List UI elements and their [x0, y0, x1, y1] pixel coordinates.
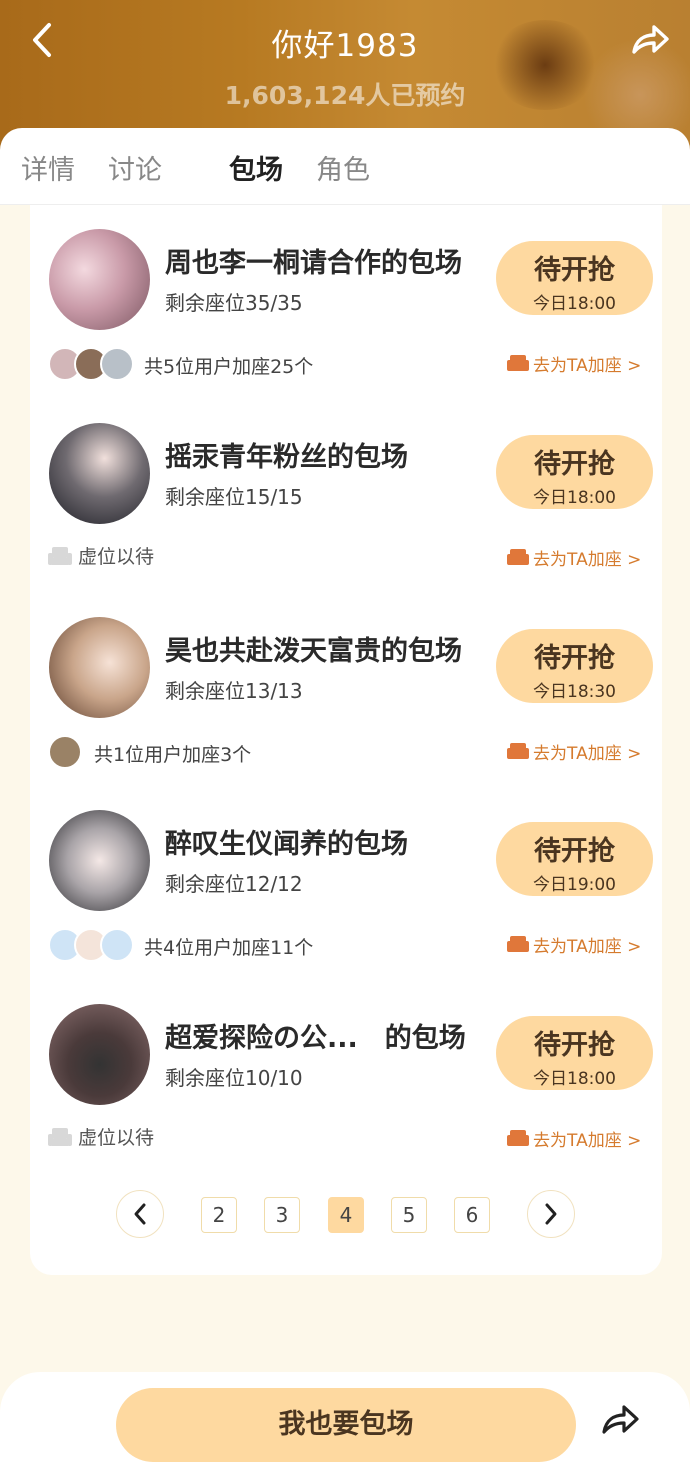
remaining-seats: 剩余座位35/35	[165, 291, 303, 315]
prev-page-button[interactable]	[116, 1190, 164, 1238]
share-arrow-icon	[602, 1405, 639, 1434]
bottom-action-bar: 我也要包场	[0, 1372, 690, 1476]
avatar	[49, 1004, 150, 1105]
remaining-seats: 剩余座位13/13	[165, 679, 303, 703]
item-title: 昊也共赴泼天富贵的包场	[165, 636, 462, 667]
grab-button-label: 待开抢	[534, 255, 615, 286]
avatar	[49, 423, 150, 524]
waiting-text: 虚位以待	[78, 546, 155, 568]
grab-button-time: 今日18:30	[533, 682, 616, 702]
chevron-left-icon	[134, 1203, 146, 1225]
sofa-icon	[507, 355, 529, 371]
chevron-right-icon	[545, 1203, 557, 1225]
page-button[interactable]: 3	[264, 1197, 300, 1233]
add-seat-label: 去为TA加座 >	[533, 744, 642, 764]
tab-characters[interactable]: 角色	[316, 148, 370, 187]
list-item[interactable]: 昊也共赴泼天富贵的包场 剩余座位13/13 待开抢 今日18:30 共1位用户加…	[30, 593, 662, 786]
grab-button-label: 待开抢	[534, 643, 615, 674]
sofa-icon	[507, 549, 529, 565]
sofa-icon	[507, 936, 529, 952]
remaining-seats: 剩余座位12/12	[165, 872, 303, 896]
tab-private-screening[interactable]: 包场	[229, 148, 283, 187]
avatar	[49, 810, 150, 911]
waiting-text: 虚位以待	[78, 1127, 155, 1149]
page-button[interactable]: 2	[201, 1197, 237, 1233]
item-title: 醉叹生仪闻养的包场	[165, 829, 408, 860]
tab-discussion[interactable]: 讨论	[108, 148, 162, 187]
add-seat-label: 去为TA加座 >	[533, 1131, 642, 1151]
avatar	[48, 735, 82, 769]
grab-button-time: 今日18:00	[533, 488, 616, 508]
page-button[interactable]: 5	[391, 1197, 427, 1233]
add-seat-label: 去为TA加座 >	[533, 356, 642, 376]
grab-button[interactable]: 待开抢 今日18:00	[496, 241, 653, 315]
grab-button[interactable]: 待开抢 今日18:00	[496, 1016, 653, 1090]
grab-button-label: 待开抢	[534, 449, 615, 480]
joined-users-text: 共4位用户加座11个	[144, 937, 314, 959]
grab-button-time: 今日19:00	[533, 875, 616, 895]
avatar	[100, 347, 134, 381]
add-seat-label: 去为TA加座 >	[533, 550, 642, 570]
joined-users-text: 共5位用户加座25个	[144, 356, 314, 378]
item-title: 超爱探险の公... 的包场	[165, 1023, 466, 1054]
tab-details[interactable]: 详情	[21, 148, 75, 187]
list-item[interactable]: 摇汞青年粉丝的包场 剩余座位15/15 待开抢 今日18:00 虚位以待 去为T…	[30, 399, 662, 592]
next-page-button[interactable]	[527, 1190, 575, 1238]
grab-button[interactable]: 待开抢 今日18:00	[496, 435, 653, 509]
reservation-count: 1,603,124人已预约	[224, 81, 466, 110]
grab-button[interactable]: 待开抢 今日18:30	[496, 629, 653, 703]
list-item[interactable]: 超爱探险の公... 的包场 剩余座位10/10 待开抢 今日18:00 虚位以待…	[30, 980, 662, 1173]
remaining-seats: 剩余座位10/10	[165, 1066, 303, 1090]
remaining-seats: 剩余座位15/15	[165, 485, 303, 509]
add-seat-label: 去为TA加座 >	[533, 937, 642, 957]
grab-button-label: 待开抢	[534, 1030, 615, 1061]
avatar	[49, 617, 150, 718]
share-button[interactable]	[626, 16, 674, 62]
joined-users-text: 共1位用户加座3个	[94, 744, 252, 766]
item-title: 摇汞青年粉丝的包场	[165, 442, 408, 473]
list-item[interactable]: 周也李一桐请合作的包场 剩余座位35/35 待开抢 今日18:00 共5位用户加…	[30, 205, 662, 398]
grab-button[interactable]: 待开抢 今日19:00	[496, 822, 653, 896]
share-arrow-icon	[632, 25, 669, 54]
page-button[interactable]: 6	[454, 1197, 490, 1233]
empty-seat-icon	[48, 1128, 72, 1146]
list-item[interactable]: 醉叹生仪闻养的包场 剩余座位12/12 待开抢 今日19:00 共4位用户加座1…	[30, 786, 662, 979]
grab-button-time: 今日18:00	[533, 1069, 616, 1089]
item-title: 周也李一桐请合作的包场	[165, 248, 462, 279]
grab-button-label: 待开抢	[534, 836, 615, 867]
page-title: 你好1983	[271, 28, 419, 64]
tab-bar: 详情 讨论 包场 角色	[0, 128, 690, 205]
bottom-share-button[interactable]	[600, 1402, 648, 1448]
avatar	[49, 229, 150, 330]
screening-list: 周也李一桐请合作的包场 剩余座位35/35 待开抢 今日18:00 共5位用户加…	[30, 205, 662, 1275]
grab-button-time: 今日18:00	[533, 294, 616, 314]
create-screening-button[interactable]: 我也要包场	[116, 1388, 576, 1462]
avatar	[100, 928, 134, 962]
page-button-current[interactable]: 4	[328, 1197, 364, 1233]
pagination: 2 3 4 5 6	[30, 1190, 662, 1240]
sofa-icon	[507, 1130, 529, 1146]
sofa-icon	[507, 743, 529, 759]
empty-seat-icon	[48, 547, 72, 565]
